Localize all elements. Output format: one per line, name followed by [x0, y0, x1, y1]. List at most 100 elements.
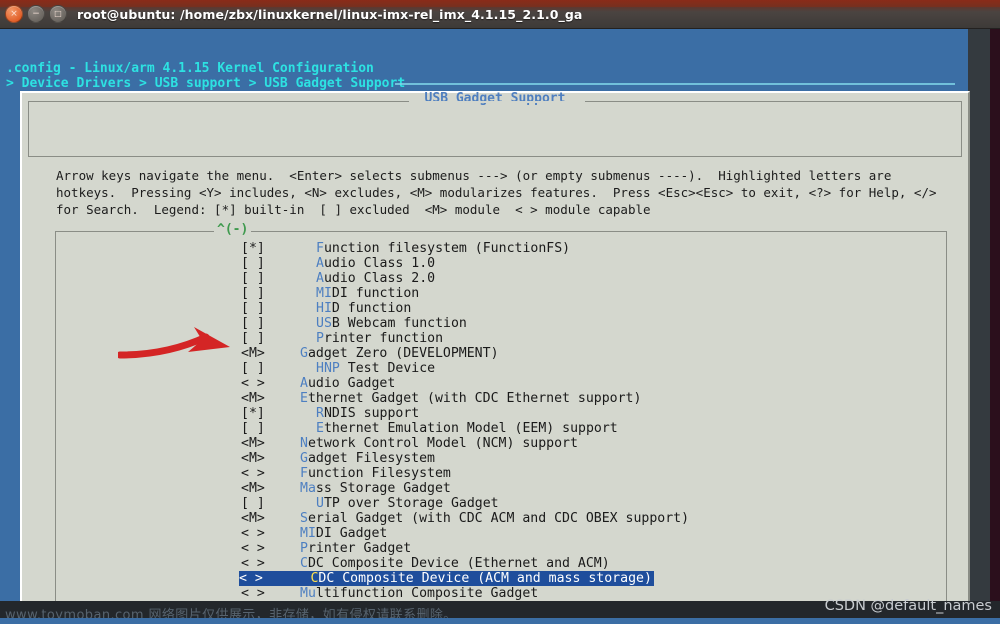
minimize-glyph: −	[32, 8, 40, 19]
menu-item-row[interactable]: <M> Ethernet Gadget (with CDC Ethernet su…	[56, 391, 946, 406]
menu-item-label: HID function	[316, 301, 412, 316]
menu-item-hotkey: HNP	[316, 361, 340, 376]
menu-item-flag[interactable]: [ ]	[241, 316, 265, 331]
menu-item-hotkey: F	[316, 241, 324, 256]
menu-item-hotkey: R	[316, 406, 324, 421]
menu-item-hotkey: N	[300, 436, 308, 451]
menu-item-flag[interactable]: < >	[241, 526, 265, 541]
menu-item-gap	[263, 571, 311, 586]
menu-item-row[interactable]: < > MIDI Gadget	[56, 526, 946, 541]
menu-item-flag[interactable]: [*]	[241, 406, 265, 421]
menu-item-flag[interactable]: [ ]	[241, 496, 265, 511]
menu-item-flag[interactable]: <M>	[241, 346, 265, 361]
menu-item-label: Function filesystem (FunctionFS)	[316, 241, 571, 256]
menu-item-row[interactable]: [ ] HNP Test Device	[56, 361, 946, 376]
menu-item-row[interactable]: [*] RNDIS support	[56, 406, 946, 421]
menu-item-hotkey: A	[316, 271, 324, 286]
menu-item-flag[interactable]: < >	[241, 466, 265, 481]
menu-item-flag[interactable]: < >	[241, 541, 265, 556]
menu-item-hotkey: A	[316, 256, 324, 271]
menu-item-flag[interactable]: [ ]	[241, 301, 265, 316]
menu-item-label: Ethernet Emulation Model (EEM) support	[316, 421, 618, 436]
window-titlebar: × − □ root@ubuntu: /home/zbx/linuxkernel…	[0, 0, 1000, 29]
menu-item-flag[interactable]: <M>	[241, 391, 265, 406]
menu-item-row[interactable]: [ ] UTP over Storage Gadget	[56, 496, 946, 511]
menu-item-row[interactable]: < > CDC Composite Device (ACM and mass s…	[56, 571, 946, 586]
menu-item-label: USB Webcam function	[316, 316, 467, 331]
menu-item-row[interactable]: <M> Network Control Model (NCM) support	[56, 436, 946, 451]
menu-item-row[interactable]: [*] Function filesystem (FunctionFS)	[56, 241, 946, 256]
menu-item-flag[interactable]: <M>	[241, 436, 265, 451]
menu-item-hotkey: Mu	[300, 586, 316, 601]
menu-item-label: Audio Class 1.0	[316, 256, 436, 271]
menu-item-flag[interactable]: [ ]	[241, 361, 265, 376]
menu-item-flag[interactable]: <M>	[241, 481, 265, 496]
watermark-right: CSDN @default_names	[824, 598, 992, 614]
close-icon[interactable]: ×	[5, 5, 23, 23]
menu-item-row[interactable]: < > Audio Gadget	[56, 376, 946, 391]
menu-item-row[interactable]: [ ] Printer function	[56, 331, 946, 346]
menu-item-label: Multifunction Composite Gadget	[300, 586, 539, 601]
menu-item-flag[interactable]: [ ]	[241, 256, 265, 271]
menu-item-row[interactable]: <M> Mass Storage Gadget	[56, 481, 946, 496]
kernel-config-title: .config - Linux/arm 4.1.15 Kernel Config…	[6, 61, 374, 76]
menu-item-flag[interactable]: [*]	[241, 241, 265, 256]
minimize-icon[interactable]: −	[27, 5, 45, 23]
menu-item-label: Audio Gadget	[300, 376, 396, 391]
menu-item-hotkey: P	[316, 331, 324, 346]
desktop-background: × − □ root@ubuntu: /home/zbx/linuxkernel…	[0, 0, 1000, 624]
menu-item-label: Audio Class 2.0	[316, 271, 436, 286]
menu-item-label: Function Filesystem	[300, 466, 451, 481]
menu-item-label: CDC Composite Device (Ethernet and ACM)	[300, 556, 610, 571]
menu-item-flag[interactable]: <M>	[241, 451, 265, 466]
menu-item-flag[interactable]: < >	[241, 556, 265, 571]
menu-item-flag[interactable]: [ ]	[241, 421, 265, 436]
menu-item-row[interactable]: <M> Serial Gadget (with CDC ACM and CDC O…	[56, 511, 946, 526]
breadcrumb: > Device Drivers > USB support > USB Gad…	[6, 76, 406, 91]
menu-item-flag: < >	[239, 571, 263, 586]
menu-item-row[interactable]: [ ] HID function	[56, 301, 946, 316]
menu-item-row[interactable]: [ ] MIDI function	[56, 286, 946, 301]
menu-item-row[interactable]: <M> Gadget Filesystem	[56, 451, 946, 466]
menu-item-flag[interactable]: < >	[241, 586, 265, 601]
menu-item-row[interactable]: < > Multifunction Composite Gadget	[56, 586, 946, 601]
menu-item-flag[interactable]: [ ]	[241, 286, 265, 301]
maximize-icon[interactable]: □	[49, 5, 67, 23]
menu-item-flag[interactable]: <M>	[241, 511, 265, 526]
menu-item-label: UTP over Storage Gadget	[316, 496, 499, 511]
maximize-glyph: □	[54, 9, 62, 18]
menu-item-label: Gadget Zero (DEVELOPMENT)	[300, 346, 499, 361]
menu-item-hotkey: Ma	[300, 481, 316, 496]
menu-item-row[interactable]: [ ] Audio Class 2.0	[56, 271, 946, 286]
window-controls: × − □	[5, 5, 67, 23]
menu-item-row[interactable]: [ ] Ethernet Emulation Model (EEM) suppor…	[56, 421, 946, 436]
menu-item-hotkey: MI	[316, 286, 332, 301]
menu-item-label: MIDI function	[316, 286, 420, 301]
menu-item-list: [*] Function filesystem (FunctionFS) [ ] Au…	[56, 241, 946, 602]
menu-item-row[interactable]: [ ] USB Webcam function	[56, 316, 946, 331]
terminal-window: × − □ root@ubuntu: /home/zbx/linuxkernel…	[0, 0, 1000, 602]
menu-item-label: Printer function	[316, 331, 444, 346]
help-text: Arrow keys navigate the menu. <Enter> se…	[56, 168, 937, 217]
menu-item-row[interactable]: [ ] Audio Class 1.0	[56, 256, 946, 271]
menu-item-label: Ethernet Gadget (with CDC Ethernet suppo…	[300, 391, 642, 406]
scroll-up-indicator: ^(-)	[214, 223, 252, 237]
menu-listbox[interactable]: ^(-) [*] Function filesystem (FunctionFS)…	[55, 223, 947, 602]
menu-item-label: RNDIS support	[316, 406, 420, 421]
menu-item-flag[interactable]: < >	[241, 376, 265, 391]
menu-item-hotkey: A	[300, 376, 308, 391]
menuconfig-dialog: USB Gadget Support Arrow keys navigate t…	[20, 91, 970, 602]
menu-item-flag[interactable]: [ ]	[241, 331, 265, 346]
menu-item-row[interactable]: < > Function Filesystem	[56, 466, 946, 481]
menu-item-label: Gadget Filesystem	[300, 451, 435, 466]
menu-item-row[interactable]: < > Printer Gadget	[56, 541, 946, 556]
terminal-body: .config - Linux/arm 4.1.15 Kernel Config…	[0, 29, 1000, 602]
breadcrumb-rule	[395, 83, 955, 85]
menu-item-row[interactable]: < > CDC Composite Device (Ethernet and AC…	[56, 556, 946, 571]
menu-item-hotkey: P	[300, 541, 308, 556]
menu-item-flag[interactable]: [ ]	[241, 271, 265, 286]
menu-item-label: Mass Storage Gadget	[300, 481, 451, 496]
menu-item-hotkey: G	[300, 451, 308, 466]
window-title: root@ubuntu: /home/zbx/linuxkernel/linux…	[77, 6, 583, 22]
menu-item-row[interactable]: <M> Gadget Zero (DEVELOPMENT)	[56, 346, 946, 361]
